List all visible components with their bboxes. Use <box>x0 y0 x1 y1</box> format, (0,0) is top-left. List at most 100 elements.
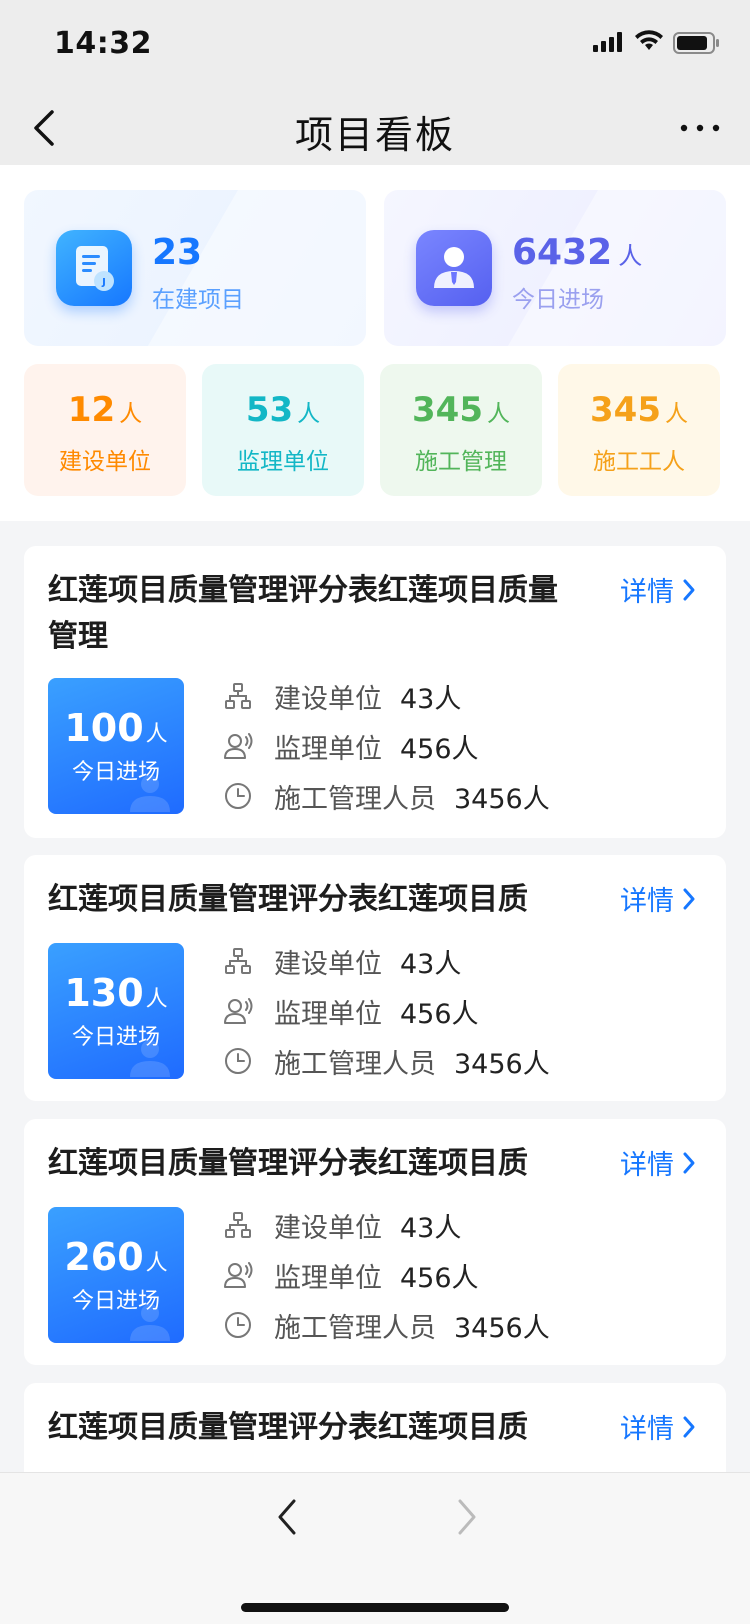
entries-value: 6432 <box>512 232 613 273</box>
cellular-signal-icon <box>593 32 622 52</box>
entries-summary-card[interactable]: 6432 人 今日进场 <box>384 190 726 346</box>
stat-label: 施工管理 <box>415 449 507 475</box>
stat-value-row: 12 人 <box>24 390 186 430</box>
browser-back-icon[interactable] <box>268 1497 308 1537</box>
stat-card[interactable]: 345 人 施工管理 <box>380 364 542 496</box>
stat-row-value: 43人 <box>400 683 462 715</box>
stat-row: 施工管理人员 3456人 <box>222 1305 550 1345</box>
today-entry-count: 130人 <box>48 971 184 1015</box>
today-entry-unit: 人 <box>145 1251 168 1276</box>
stat-label: 施工工人 <box>593 449 685 475</box>
today-entry-value: 130 <box>64 971 144 1015</box>
project-card: 红莲项目质量管理评分表红莲项目质 详情 260人 今日进场 建设单位 43人 监… <box>24 1119 726 1365</box>
stat-row: 建设单位 43人 <box>222 941 461 981</box>
stat-card[interactable]: 12 人 建设单位 <box>24 364 186 496</box>
entries-label: 今日进场 <box>512 287 604 313</box>
projects-label: 在建项目 <box>152 287 244 313</box>
more-icon[interactable] <box>678 110 722 146</box>
stat-row-label: 监理单位 <box>274 998 382 1030</box>
browser-forward-icon[interactable] <box>446 1497 486 1537</box>
detail-label: 详情 <box>620 577 674 608</box>
stat-unit: 人 <box>297 401 321 427</box>
worker-icon <box>416 230 492 306</box>
stat-row-value: 456人 <box>400 1262 479 1294</box>
clock-icon <box>225 1048 251 1074</box>
stat-row-value: 3456人 <box>454 1312 550 1344</box>
entries-count: 6432 人 <box>512 232 642 273</box>
stat-label: 监理单位 <box>237 449 329 475</box>
stat-row-label: 建设单位 <box>274 948 382 980</box>
stat-row-value: 43人 <box>400 948 462 980</box>
detail-link[interactable]: 详情 <box>620 879 696 918</box>
entries-unit: 人 <box>618 242 643 270</box>
nav-bar: 项目看板 <box>0 90 750 165</box>
stat-row: 施工管理人员 3456人 <box>222 1041 550 1081</box>
bottom-nav-bar <box>0 1472 750 1624</box>
home-indicator[interactable] <box>241 1603 509 1612</box>
today-entry-label: 今日进场 <box>71 760 160 785</box>
today-entry-badge: 100人 今日进场 <box>48 678 184 814</box>
stat-unit: 人 <box>119 401 143 427</box>
stat-value-row: 345 人 <box>558 390 720 430</box>
detail-label: 详情 <box>620 886 674 917</box>
page-title: 项目看板 <box>294 113 455 157</box>
stat-value-row: 345 人 <box>380 390 542 430</box>
stat-row: 建设单位 43人 <box>222 1205 461 1245</box>
stat-row: 建设单位 43人 <box>222 676 461 716</box>
detail-link[interactable]: 详情 <box>620 570 696 609</box>
chevron-right-icon <box>683 1152 695 1173</box>
stat-row: 施工管理人员 3456人 <box>222 776 550 816</box>
detail-link[interactable]: 详情 <box>620 1407 696 1446</box>
stat-value: 345 <box>590 390 661 430</box>
stat-card[interactable]: 53 人 监理单位 <box>202 364 364 496</box>
today-entry-unit: 人 <box>145 722 168 747</box>
today-entry-count: 260人 <box>48 1235 184 1279</box>
projects-summary-card[interactable]: J 23 在建项目 <box>24 190 366 346</box>
stat-value: 12 <box>67 390 116 430</box>
detail-label: 详情 <box>620 1414 674 1445</box>
projects-count: 23 <box>152 232 203 273</box>
stat-unit: 人 <box>486 401 510 427</box>
status-time: 14:32 <box>54 26 152 61</box>
stat-row: 监理单位 456人 <box>222 1255 479 1295</box>
project-document-icon: J <box>56 230 132 306</box>
project-card: 红莲项目质量管理评分表红莲项目质量管理 详情 100人 今日进场 建设单位 43… <box>24 546 726 838</box>
chevron-right-icon <box>683 1416 695 1437</box>
status-bar: 14:32 <box>0 0 750 90</box>
stat-row-value: 3456人 <box>454 1048 550 1080</box>
today-entry-label: 今日进场 <box>71 1025 160 1050</box>
stat-unit: 人 <box>664 401 688 427</box>
chevron-right-icon <box>683 579 695 600</box>
today-entry-value: 260 <box>64 1235 144 1279</box>
stat-row-label: 监理单位 <box>274 733 382 765</box>
project-title: 红莲项目质量管理评分表红莲项目质 <box>48 1410 528 1445</box>
supervisor-icon <box>224 1262 253 1288</box>
org-chart-icon <box>225 1212 251 1238</box>
wifi-icon <box>635 30 663 50</box>
project-title: 红莲项目质量管理评分表红莲项目质量管理 <box>48 573 558 654</box>
org-chart-icon <box>225 683 251 709</box>
today-entry-count: 100人 <box>48 706 184 750</box>
battery-icon <box>673 32 719 54</box>
stat-row-label: 施工管理人员 <box>274 783 436 815</box>
today-entry-badge: 130人 今日进场 <box>48 943 184 1079</box>
today-entry-label: 今日进场 <box>71 1289 160 1314</box>
today-entry-badge: 260人 今日进场 <box>48 1207 184 1343</box>
project-title: 红莲项目质量管理评分表红莲项目质 <box>48 1146 528 1181</box>
stat-row-value: 456人 <box>400 733 479 765</box>
today-entry-value: 100 <box>64 706 144 750</box>
clock-icon <box>225 783 251 809</box>
stat-card[interactable]: 345 人 施工工人 <box>558 364 720 496</box>
supervisor-icon <box>224 998 253 1024</box>
detail-link[interactable]: 详情 <box>620 1143 696 1182</box>
clock-icon <box>225 1312 251 1338</box>
stat-row-value: 43人 <box>400 1212 462 1244</box>
stat-row-label: 建设单位 <box>274 683 382 715</box>
stat-row-label: 监理单位 <box>274 1262 382 1294</box>
stat-row-label: 施工管理人员 <box>274 1048 436 1080</box>
project-title: 红莲项目质量管理评分表红莲项目质 <box>48 882 528 917</box>
stat-row-label: 建设单位 <box>274 1212 382 1244</box>
stat-row-value: 3456人 <box>454 783 550 815</box>
supervisor-icon <box>224 733 253 759</box>
chevron-right-icon <box>683 888 695 909</box>
